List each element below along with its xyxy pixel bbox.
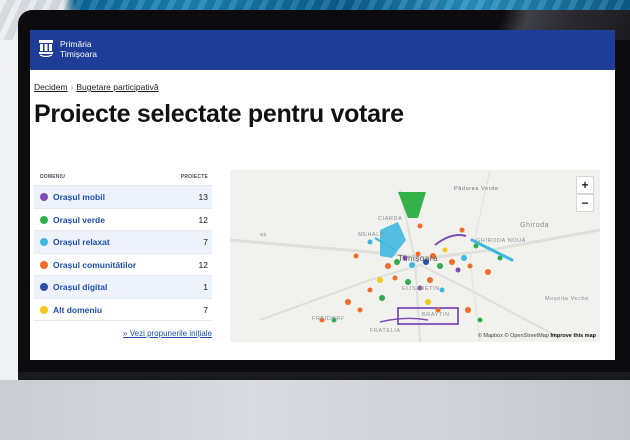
improve-map-link[interactable]: Improve this map	[550, 333, 596, 339]
project-count: 13	[198, 192, 208, 202]
domain-label[interactable]: Orașul relaxat	[53, 237, 110, 247]
column-header-projects: PROIECTE	[180, 174, 208, 180]
project-count: 7	[203, 304, 208, 315]
domain-color-dot	[40, 193, 48, 201]
site-header: Primăria Timișoara	[30, 30, 615, 70]
monitor-chin	[0, 380, 630, 440]
domain-label[interactable]: Orașul comunitătilor	[53, 260, 136, 270]
domain-label[interactable]: Alt domeniu	[53, 305, 102, 315]
map-label-ghiroda-noua: GHIRODA NOUĂ	[476, 238, 526, 244]
domains-table: DOMENIU PROIECTE Orașul mobil 13 Orașul …	[34, 168, 212, 321]
page-title: Proiecte selectate pentru votare	[34, 100, 404, 128]
map-attribution: © Mapbox © OpenStreetMap Improve this ma…	[478, 333, 596, 339]
site-brand[interactable]: Primăria Timișoara	[60, 39, 97, 59]
table-row[interactable]: Alt domeniu 7	[34, 299, 212, 321]
osm-attribution-link[interactable]: © OpenStreetMap	[505, 333, 549, 339]
map-label-mehala: MEHALA	[358, 232, 385, 238]
breadcrumb-decidem[interactable]: Decidem	[34, 82, 68, 92]
domain-color-dot	[40, 260, 48, 269]
browser-viewport: Primăria Timișoara Decidem › Bugetare part…	[30, 30, 615, 360]
table-header: DOMENIU PROIECTE	[34, 168, 212, 186]
table-row[interactable]: Orașul mobil 13	[34, 186, 212, 209]
mapbox-attribution-link[interactable]: © Mapbox	[478, 333, 503, 339]
table-row[interactable]: Orașul verde 12	[34, 209, 212, 231]
domain-color-dot	[40, 305, 48, 314]
view-initial-proposals-link[interactable]: » Vezi propunerile inițiale	[34, 329, 212, 338]
projects-map[interactable]: + − Pădurea Verde Ghiroda GHIRODA NOUĂ T…	[230, 170, 600, 342]
map-label-freidorf: FREIDORF	[312, 316, 345, 322]
project-count: 1	[203, 282, 208, 292]
map-label-padurea: Pădurea Verde	[454, 186, 499, 192]
column-header-domain: DOMENIU	[40, 174, 66, 180]
zoom-out-button[interactable]: −	[576, 194, 594, 212]
map-label-braytin: BRAYTIN	[422, 312, 450, 318]
project-count: 12	[198, 259, 208, 270]
project-count: 7	[203, 237, 208, 247]
map-label-elisabetin: ELISABETIN	[402, 286, 440, 292]
map-label-timisoara: Timișoara	[398, 254, 439, 263]
breadcrumb-bugetare[interactable]: Bugetare participativă	[76, 82, 158, 92]
table-row[interactable]: Orașul relaxat 7	[34, 231, 212, 254]
project-count: 12	[198, 214, 208, 225]
domain-color-dot	[40, 283, 48, 291]
breadcrumb-separator: ›	[70, 82, 74, 92]
map-label-fratelia: FRATELIA	[370, 328, 401, 334]
zoom-in-button[interactable]: +	[576, 176, 594, 194]
domain-color-dot	[40, 215, 48, 224]
brand-line-2: Timișoara	[60, 48, 97, 59]
map-label-ghiroda: Ghiroda	[520, 222, 550, 229]
map-label-mosnita: Moșnița Veche	[545, 296, 589, 302]
table-row[interactable]: Orașul comunitătilor 12	[34, 254, 212, 276]
domain-color-dot	[40, 238, 48, 246]
domain-label[interactable]: Orașul mobil	[53, 192, 105, 202]
breadcrumb: Decidem › Bugetare participativă	[34, 82, 159, 92]
map-label-ciarda: CIARDA	[378, 216, 403, 222]
table-row[interactable]: Orașul digital 1	[34, 276, 212, 299]
domain-label[interactable]: Orașul digital	[53, 282, 107, 292]
map-label-az: az	[260, 232, 268, 238]
water-area	[380, 222, 406, 258]
city-crest-icon[interactable]	[38, 39, 54, 57]
domain-label[interactable]: Orașul verde	[53, 215, 105, 225]
